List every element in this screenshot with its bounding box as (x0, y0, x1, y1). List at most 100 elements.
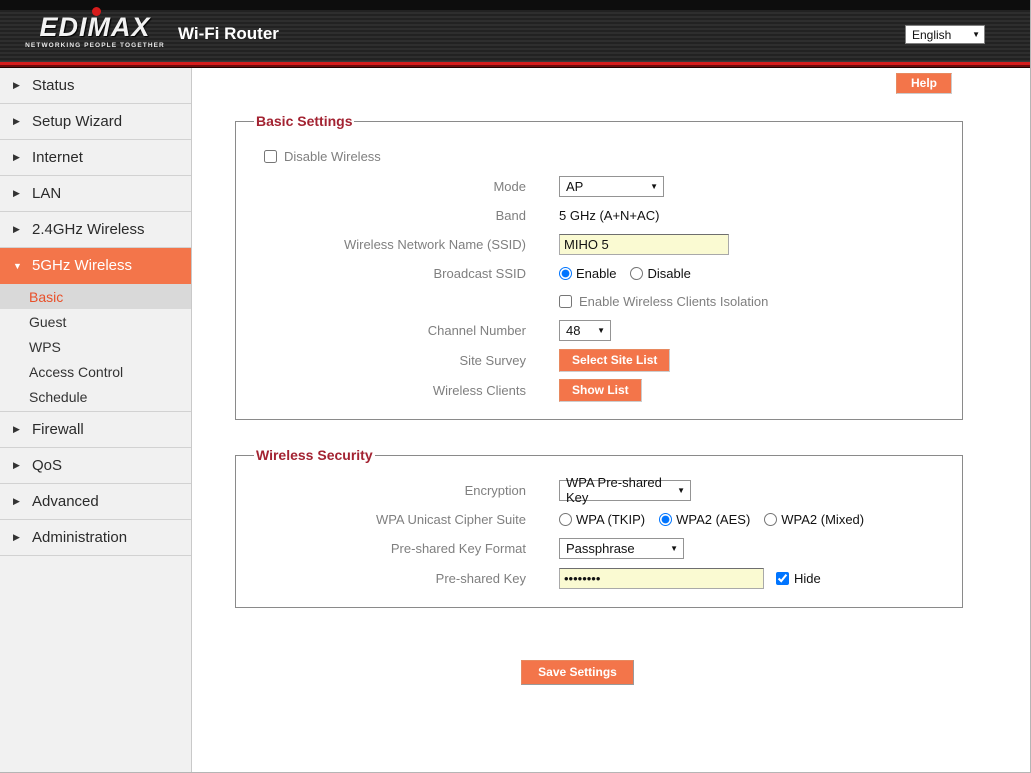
key-format-select[interactable]: Passphrase ▼ (559, 537, 684, 559)
chevron-right-icon: ▶ (13, 188, 20, 198)
broadcast-disable-label[interactable]: Disable (647, 266, 690, 281)
disable-wireless-checkbox[interactable] (264, 149, 277, 163)
band-label: Band (495, 207, 526, 223)
mode-label: Mode (493, 178, 526, 194)
hide-key-checkbox[interactable] (776, 571, 789, 585)
disable-wireless-row: Disable Wireless (246, 141, 952, 171)
chevron-right-icon: ▶ (13, 80, 20, 90)
save-settings-button[interactable]: Save Settings (521, 660, 634, 685)
sidebar-item-label: 2.4GHz Wireless (32, 221, 145, 238)
isolation-checkbox[interactable] (559, 294, 572, 308)
router-admin-page: EDIMAX NETWORKING PEOPLE TOGETHER Wi-Fi … (0, 0, 1031, 773)
chevron-right-icon: ▶ (13, 460, 20, 470)
cipher-wpa-tkip-label[interactable]: WPA (TKIP) (576, 512, 645, 527)
pre-shared-key-label: Pre-shared Key (435, 570, 526, 586)
chevron-down-icon: ▼ (677, 485, 685, 495)
sidebar-item-advanced[interactable]: ▶ Advanced (0, 484, 191, 520)
sidebar-item-5ghz-wireless[interactable]: ▼ 5GHz Wireless (0, 248, 191, 284)
mode-select[interactable]: AP ▼ (559, 175, 664, 197)
pre-shared-key-row: Pre-shared Key Hide (246, 563, 952, 593)
chevron-right-icon: ▶ (13, 116, 20, 126)
sidebar-item-label: Status (32, 77, 75, 94)
sidebar-item-administration[interactable]: ▶ Administration (0, 520, 191, 556)
sidebar-item-internet[interactable]: ▶ Internet (0, 140, 191, 176)
chevron-right-icon: ▶ (13, 424, 20, 434)
basic-settings-legend: Basic Settings (256, 113, 353, 129)
wireless-security-section: Wireless Security Encryption WPA Pre-sha… (235, 447, 963, 608)
encryption-label: Encryption (464, 482, 526, 498)
logo-tagline: NETWORKING PEOPLE TOGETHER (25, 42, 165, 49)
sidebar-subitem-schedule[interactable]: Schedule (0, 384, 191, 409)
pre-shared-key-input[interactable] (559, 567, 764, 589)
isolation-label: Enable Wireless Clients Isolation (579, 293, 769, 309)
chevron-down-icon: ▼ (13, 260, 22, 271)
sidebar-item-qos[interactable]: ▶ QoS (0, 448, 191, 484)
sidebar-item-lan[interactable]: ▶ LAN (0, 176, 191, 212)
key-format-row: Pre-shared Key Format Passphrase ▼ (246, 533, 952, 563)
chevron-right-icon: ▶ (13, 224, 20, 234)
sidebar-item-status[interactable]: ▶ Status (0, 68, 191, 104)
key-format-label: Pre-shared Key Format (390, 540, 526, 556)
chevron-down-icon: ▼ (650, 181, 658, 191)
ssid-row: Wireless Network Name (SSID) (246, 229, 952, 259)
wireless-clients-label: Wireless Clients (432, 382, 526, 398)
wireless-security-legend: Wireless Security (256, 447, 373, 463)
cipher-wpa2-mixed-label[interactable]: WPA2 (Mixed) (781, 512, 864, 527)
cipher-label: WPA Unicast Cipher Suite (375, 511, 526, 527)
band-value: 5 GHz (A+N+AC) (559, 207, 660, 223)
sidebar-item-setup-wizard[interactable]: ▶ Setup Wizard (0, 104, 191, 140)
broadcast-disable-radio[interactable] (630, 266, 644, 280)
language-select[interactable]: English ▼ (905, 25, 985, 44)
isolation-row: Enable Wireless Clients Isolation (246, 287, 952, 315)
encryption-row: Encryption WPA Pre-shared Key ▼ (246, 475, 952, 505)
chevron-right-icon: ▶ (13, 152, 20, 162)
encryption-select[interactable]: WPA Pre-shared Key ▼ (559, 475, 691, 505)
wireless-clients-row: Wireless Clients Show List (246, 375, 952, 405)
cipher-wpa2-mixed-radio[interactable] (764, 512, 778, 526)
sidebar-item-label: 5GHz Wireless (32, 257, 133, 274)
help-button[interactable]: Help (895, 73, 952, 94)
sidebar-submenu-5ghz: Basic Guest WPS Access Control Schedule (0, 284, 191, 412)
logo-text: EDIMAX (39, 12, 151, 42)
sidebar-item-label: Advanced (32, 493, 99, 510)
cipher-wpa-tkip-radio[interactable] (559, 512, 572, 526)
sidebar-item-label: Setup Wizard (32, 113, 123, 130)
language-value: English (912, 27, 952, 42)
broadcast-enable-label[interactable]: Enable (576, 266, 616, 281)
main-content: Help Basic Settings Disable Wireless Mod… (192, 68, 1030, 772)
cipher-wpa2-aes-label[interactable]: WPA2 (AES) (676, 512, 750, 527)
sidebar-item-label: LAN (32, 185, 62, 202)
ssid-label: Wireless Network Name (SSID) (343, 236, 526, 252)
mode-row: Mode AP ▼ (246, 171, 952, 201)
ssid-input[interactable] (559, 233, 729, 255)
sidebar-subitem-guest[interactable]: Guest (0, 309, 191, 334)
chevron-down-icon: ▼ (670, 543, 678, 553)
show-list-button[interactable]: Show List (559, 378, 642, 402)
channel-label: Channel Number (427, 322, 526, 338)
key-format-value: Passphrase (566, 540, 635, 556)
cipher-wpa2-aes-radio[interactable] (659, 512, 673, 526)
logo-red-dot-icon (92, 7, 101, 16)
broadcast-ssid-row: Broadcast SSID Enable Disable (246, 259, 952, 287)
sidebar-subitem-access-control[interactable]: Access Control (0, 359, 191, 384)
disable-wireless-label: Disable Wireless (284, 148, 381, 164)
sidebar-item-firewall[interactable]: ▶ Firewall (0, 412, 191, 448)
edimax-logo: EDIMAX NETWORKING PEOPLE TOGETHER (20, 7, 170, 49)
chevron-right-icon: ▶ (13, 532, 20, 542)
sidebar-subitem-basic[interactable]: Basic (0, 284, 191, 309)
channel-select[interactable]: 48 ▼ (559, 319, 611, 341)
site-survey-row: Site Survey Select Site List (246, 345, 952, 375)
channel-row: Channel Number 48 ▼ (246, 315, 952, 345)
cipher-row: WPA Unicast Cipher Suite WPA (TKIP) WPA2… (246, 505, 952, 533)
site-survey-label: Site Survey (459, 352, 526, 368)
hide-key-label: Hide (794, 570, 821, 586)
broadcast-ssid-label: Broadcast SSID (433, 265, 527, 281)
band-row: Band 5 GHz (A+N+AC) (246, 201, 952, 229)
sidebar-subitem-wps[interactable]: WPS (0, 334, 191, 359)
sidebar-item-24ghz-wireless[interactable]: ▶ 2.4GHz Wireless (0, 212, 191, 248)
select-site-list-button[interactable]: Select Site List (559, 348, 671, 372)
channel-value: 48 (566, 322, 581, 338)
chevron-down-icon: ▼ (597, 325, 605, 335)
broadcast-enable-radio[interactable] (559, 266, 572, 280)
page-title: Wi-Fi Router (178, 24, 279, 43)
